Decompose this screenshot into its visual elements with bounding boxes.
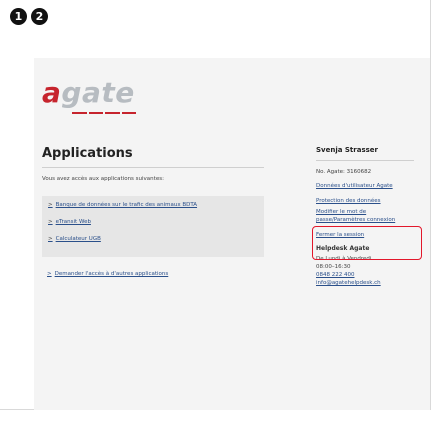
request-access-label: Demander l'accès à d'autres applications (54, 271, 169, 277)
chevron-right-icon: > (47, 271, 52, 277)
user-sidebar: Svenja Strasser No. Agate: 3160682 Donné… (312, 146, 422, 287)
highlight-box (312, 226, 422, 260)
step-badge-2: 2 (31, 8, 48, 25)
app-link-label: Calculateur UGB (55, 236, 101, 242)
request-access-link[interactable]: > Demander l'accès à d'autres applicatio… (47, 271, 272, 277)
chevron-right-icon: > (48, 236, 53, 242)
data-protection-link[interactable]: Protection des données (316, 197, 414, 205)
intro-text: Vous avez accès aux applications suivant… (42, 176, 164, 182)
sidebar-divider (316, 160, 414, 161)
logo-letters: gate (61, 76, 135, 109)
chevron-right-icon: > (48, 202, 53, 208)
step-badge-1: 1 (10, 8, 27, 25)
logo-letter-a: a (42, 76, 62, 109)
user-name: Svenja Strasser (316, 146, 378, 154)
logo-tagline-bar (72, 112, 136, 114)
step-badges: 1 2 (10, 8, 48, 25)
applications-section: Applications Vous avez accès aux applica… (42, 146, 272, 277)
application-list: > Banque de données sur le trafic des an… (42, 196, 264, 257)
app-link-bdta[interactable]: > Banque de données sur le trafic des an… (48, 202, 258, 208)
agate-logo[interactable]: agate (42, 76, 135, 109)
app-link-label: Banque de données sur le trafic des anim… (55, 202, 198, 208)
user-data-link[interactable]: Données d'utilisateur Agate (316, 182, 414, 190)
chevron-right-icon: > (48, 219, 53, 225)
title-divider (42, 167, 264, 168)
change-password-link[interactable]: Modifier le mot de passe/Paramètres conn… (316, 208, 414, 224)
app-link-label: eTransit Web (55, 219, 91, 225)
app-link-etransit[interactable]: > eTransit Web (48, 219, 258, 225)
agate-portal-page: agate Applications Vous avez accès aux a… (34, 58, 430, 410)
app-link-ugb[interactable]: > Calculateur UGB (48, 236, 258, 242)
page-title: Applications (42, 146, 133, 161)
helpdesk-email-link[interactable]: info@agatehelpdesk.ch (316, 279, 414, 287)
helpdesk-time: 08:00–16:30 (316, 264, 351, 270)
helpdesk-phone-link[interactable]: 0848 222 400 (316, 271, 414, 279)
